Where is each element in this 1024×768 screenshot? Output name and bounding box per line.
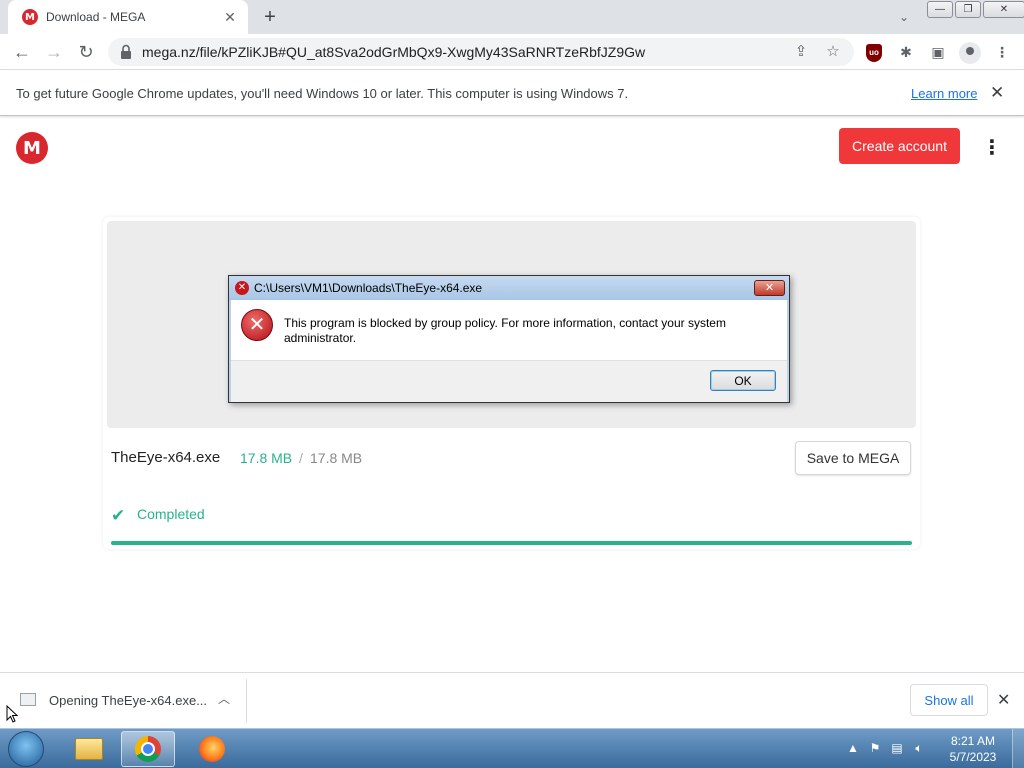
dialog-message: This program is blocked by group policy.… <box>284 316 726 345</box>
mouse-cursor-icon <box>6 705 18 723</box>
file-name: TheEye-x64.exe <box>111 449 221 466</box>
share-icon[interactable]: ⇪ <box>792 43 810 61</box>
lock-icon <box>121 44 131 59</box>
total-size: 17.8 MB <box>310 450 363 466</box>
clock-date: 5/7/2023 <box>949 750 997 764</box>
infobar-message: To get future Google Chrome updates, you… <box>16 86 629 101</box>
exe-file-icon <box>20 693 36 706</box>
download-shelf: Opening TheEye-x64.exe... ︿ Show all ✕ <box>0 672 1024 728</box>
size-separator: / <box>299 450 303 466</box>
tab-search-chevron-icon[interactable]: ⌄ <box>894 8 914 26</box>
system-tray: ▲ ⚑ ▤ 🔈︎ <box>846 741 926 756</box>
profile-avatar-icon[interactable] <box>959 42 981 64</box>
taskbar-explorer[interactable] <box>62 731 116 767</box>
clock-time: 8:21 AM <box>950 734 996 748</box>
ok-button[interactable]: OK <box>710 370 776 391</box>
error-small-icon: ✕ <box>235 281 249 295</box>
error-icon: ✕ <box>241 309 273 341</box>
chrome-menu-icon[interactable]: ⋮ <box>992 42 1012 62</box>
taskbar-firefox[interactable] <box>185 731 239 767</box>
learn-more-link[interactable]: Learn more <box>911 86 977 101</box>
checkmark-icon: ✔ <box>111 506 126 525</box>
dialog-footer: OK <box>231 360 787 402</box>
start-button[interactable] <box>8 731 44 767</box>
taskbar-clock[interactable]: 8:21 AM 5/7/2023 <box>944 733 1002 765</box>
tray-expand-icon[interactable]: ▲ <box>846 741 860 756</box>
restore-button[interactable]: ❐ <box>955 1 981 18</box>
shelf-divider <box>246 679 247 723</box>
tab-close-icon[interactable]: ✕ <box>222 9 238 26</box>
tab-download-mega[interactable]: M Download - MEGA ✕ <box>8 0 248 34</box>
dialog-titlebar[interactable]: ✕ C:\Users\VM1\Downloads\TheEye-x64.exe … <box>229 276 789 300</box>
downloaded-size: 17.8 MB <box>240 450 293 466</box>
download-progress-fill <box>111 541 912 545</box>
page-menu-icon[interactable]: ⋮ <box>982 136 1002 160</box>
side-panel-icon[interactable]: ▣ <box>928 42 948 62</box>
folder-icon <box>75 738 103 760</box>
back-arrow-icon[interactable]: ← <box>10 40 34 64</box>
taskbar-chrome[interactable] <box>121 731 175 767</box>
ublock-origin-icon[interactable]: uo <box>866 44 882 62</box>
tab-title: Download - MEGA <box>46 10 146 24</box>
network-icon[interactable]: ▤ <box>890 741 904 756</box>
tab-strip: M Download - MEGA ✕ + ⌄ — ❐ ✕ <box>0 0 1024 34</box>
volume-icon[interactable]: 🔈︎ <box>912 741 926 756</box>
show-desktop-button[interactable] <box>1012 729 1024 768</box>
download-item-label[interactable]: Opening TheEye-x64.exe... <box>49 693 207 708</box>
chrome-icon <box>135 736 161 762</box>
window-close-button[interactable]: ✕ <box>983 1 1024 18</box>
group-policy-error-dialog: ✕ C:\Users\VM1\Downloads\TheEye-x64.exe … <box>228 275 790 403</box>
mega-logo[interactable]: M <box>16 132 48 164</box>
shelf-close-icon[interactable]: ✕ <box>997 690 1010 710</box>
download-status: Completed <box>137 506 205 522</box>
windows-taskbar: ▲ ⚑ ▤ 🔈︎ 8:21 AM 5/7/2023 <box>0 728 1024 768</box>
address-bar[interactable]: mega.nz/file/kPZliKJB#QU_at8Sva2odGrMbQx… <box>108 38 854 66</box>
dialog-title: C:\Users\VM1\Downloads\TheEye-x64.exe <box>254 281 483 295</box>
screen: M Download - MEGA ✕ + ⌄ — ❐ ✕ ← → ↻ mega… <box>0 0 1024 768</box>
mega-favicon-icon: M <box>22 9 38 25</box>
save-to-mega-button[interactable]: Save to MEGA <box>795 441 911 475</box>
minimize-button[interactable]: — <box>927 1 953 18</box>
forward-arrow-icon[interactable]: → <box>42 40 66 64</box>
dialog-body: ✕ This program is blocked by group polic… <box>231 300 787 360</box>
create-account-button[interactable]: Create account <box>839 128 960 164</box>
window-controls: — ❐ ✕ <box>927 1 1024 18</box>
reload-icon[interactable]: ↻ <box>74 40 98 64</box>
show-all-button[interactable]: Show all <box>910 684 988 716</box>
update-infobar: To get future Google Chrome updates, you… <box>0 71 1024 116</box>
new-tab-button[interactable]: + <box>258 6 282 28</box>
extensions-puzzle-icon[interactable]: ✱ <box>896 42 916 62</box>
dialog-close-button[interactable]: ✕ <box>754 280 785 296</box>
firefox-icon <box>199 736 225 762</box>
download-progress-bar <box>111 541 912 545</box>
action-center-flag-icon[interactable]: ⚑ <box>868 741 882 756</box>
infobar-close-icon[interactable]: ✕ <box>990 83 1004 103</box>
chevron-up-icon[interactable]: ︿ <box>216 690 232 707</box>
url-text: mega.nz/file/kPZliKJB#QU_at8Sva2odGrMbQx… <box>142 44 646 60</box>
bookmark-star-icon[interactable]: ☆ <box>824 43 842 61</box>
